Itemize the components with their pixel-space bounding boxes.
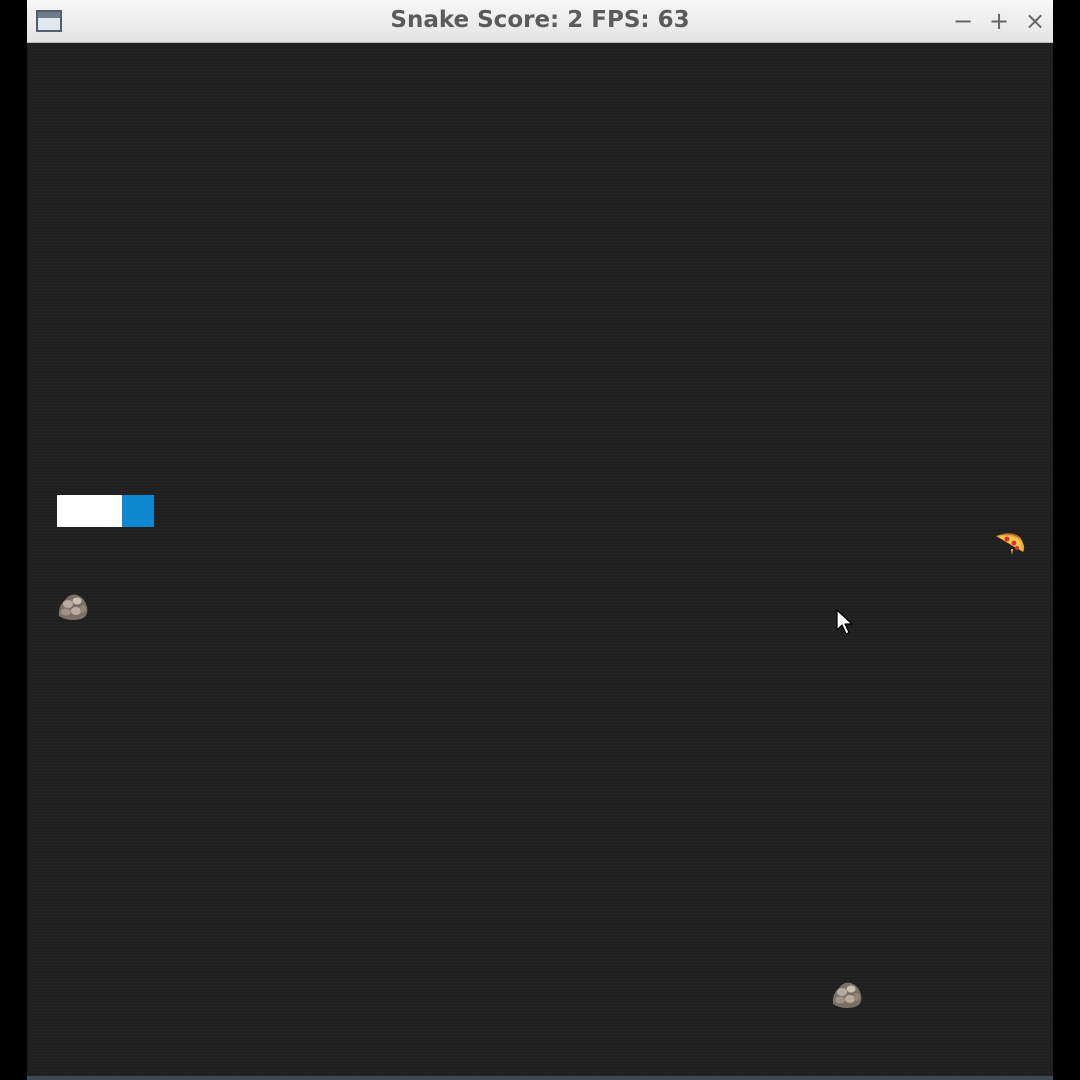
game-window: Snake Score: 2 FPS: 63 − + × xyxy=(27,0,1053,1080)
rock-icon xyxy=(832,982,862,1008)
game-board[interactable] xyxy=(27,43,1053,1076)
window-title: Snake Score: 2 FPS: 63 xyxy=(390,7,690,33)
snake-body-segment xyxy=(57,495,122,527)
close-button[interactable]: × xyxy=(1021,5,1049,37)
maximize-button[interactable]: + xyxy=(985,5,1013,37)
minimize-button[interactable]: − xyxy=(949,5,977,37)
title-bar[interactable]: Snake Score: 2 FPS: 63 − + × xyxy=(27,0,1053,43)
mouse-cursor-icon xyxy=(836,609,853,635)
pizza-icon xyxy=(996,533,1025,555)
snake-head xyxy=(122,495,154,527)
window-bottom-border xyxy=(27,1076,1053,1080)
rock-icon xyxy=(58,594,88,620)
